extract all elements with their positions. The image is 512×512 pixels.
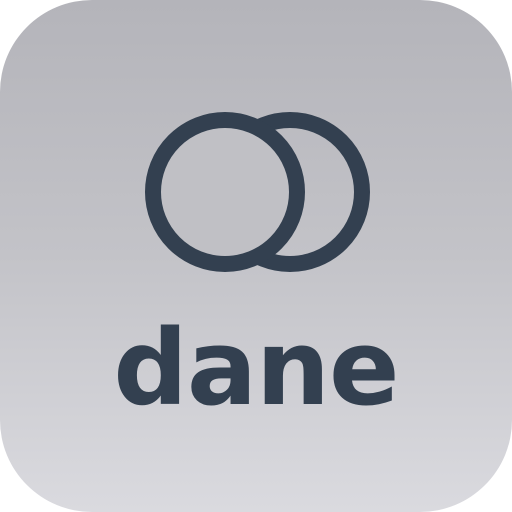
app-wordmark: dane xyxy=(113,307,399,429)
app-icon-tile: dane xyxy=(0,0,512,512)
overlapping-circles-icon xyxy=(145,112,370,272)
front-circle xyxy=(145,112,305,272)
